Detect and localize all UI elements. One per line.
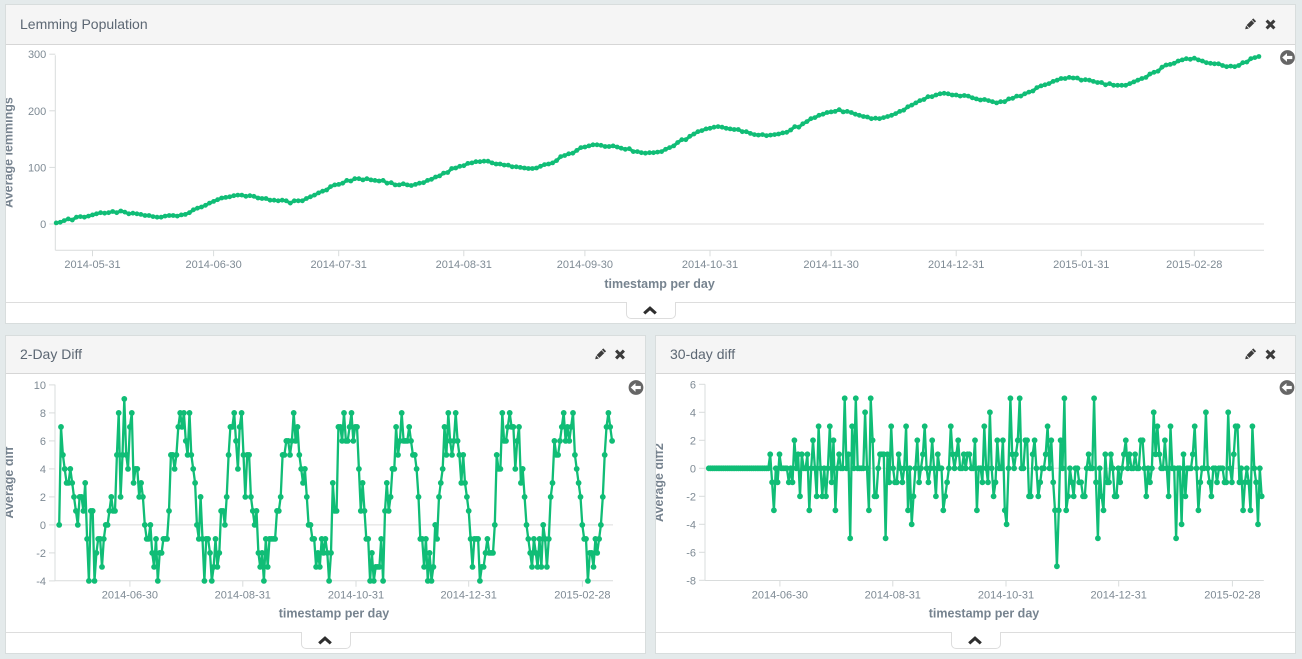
svg-text:2014-10-31: 2014-10-31: [328, 590, 384, 602]
svg-text:2014-05-31: 2014-05-31: [64, 259, 120, 271]
svg-text:200: 200: [28, 106, 46, 118]
svg-text:2014-12-31: 2014-12-31: [441, 590, 497, 602]
svg-text:4: 4: [690, 407, 696, 419]
svg-text:-2: -2: [686, 491, 696, 503]
svg-text:2014-11-30: 2014-11-30: [803, 259, 858, 271]
svg-text:2015-02-28: 2015-02-28: [1166, 259, 1222, 271]
svg-text:2015-02-28: 2015-02-28: [554, 590, 610, 602]
svg-text:10: 10: [34, 380, 46, 392]
svg-text:2015-01-31: 2015-01-31: [1053, 259, 1109, 271]
svg-text:timestamp per day: timestamp per day: [279, 607, 390, 621]
svg-text:0: 0: [40, 520, 46, 532]
svg-text:Average diff2: Average diff2: [656, 443, 666, 522]
svg-text:100: 100: [28, 162, 46, 174]
svg-text:timestamp per day: timestamp per day: [604, 277, 715, 291]
svg-text:4: 4: [40, 464, 46, 476]
svg-text:-4: -4: [686, 519, 696, 531]
svg-text:Average diff: Average diff: [6, 446, 16, 519]
svg-text:timestamp per day: timestamp per day: [929, 607, 1040, 621]
svg-text:2: 2: [40, 492, 46, 504]
svg-text:0: 0: [690, 463, 696, 475]
svg-text:Average lemmings: Average lemmings: [6, 97, 16, 208]
svg-text:2014-12-31: 2014-12-31: [1091, 590, 1147, 602]
svg-text:-2: -2: [36, 548, 46, 560]
svg-text:2014-08-31: 2014-08-31: [865, 590, 921, 602]
svg-text:2014-09-30: 2014-09-30: [557, 259, 613, 271]
svg-text:6: 6: [40, 436, 46, 448]
svg-text:-6: -6: [686, 547, 696, 559]
svg-text:2015-02-28: 2015-02-28: [1204, 590, 1260, 602]
svg-text:-4: -4: [36, 576, 46, 588]
svg-text:2014-06-30: 2014-06-30: [102, 590, 158, 602]
svg-text:300: 300: [28, 49, 46, 61]
svg-text:6: 6: [690, 379, 696, 391]
svg-text:-8: -8: [686, 575, 696, 587]
svg-text:2: 2: [690, 435, 696, 447]
svg-text:2014-10-31: 2014-10-31: [978, 590, 1034, 602]
svg-text:2014-08-31: 2014-08-31: [436, 259, 492, 271]
svg-text:2014-08-31: 2014-08-31: [215, 590, 271, 602]
svg-text:2014-06-30: 2014-06-30: [185, 259, 241, 271]
svg-text:2014-10-31: 2014-10-31: [682, 259, 738, 271]
svg-text:2014-06-30: 2014-06-30: [752, 590, 808, 602]
svg-text:2014-12-31: 2014-12-31: [928, 259, 984, 271]
svg-text:8: 8: [40, 408, 46, 420]
svg-text:0: 0: [40, 219, 46, 231]
svg-text:2014-07-31: 2014-07-31: [311, 259, 367, 271]
